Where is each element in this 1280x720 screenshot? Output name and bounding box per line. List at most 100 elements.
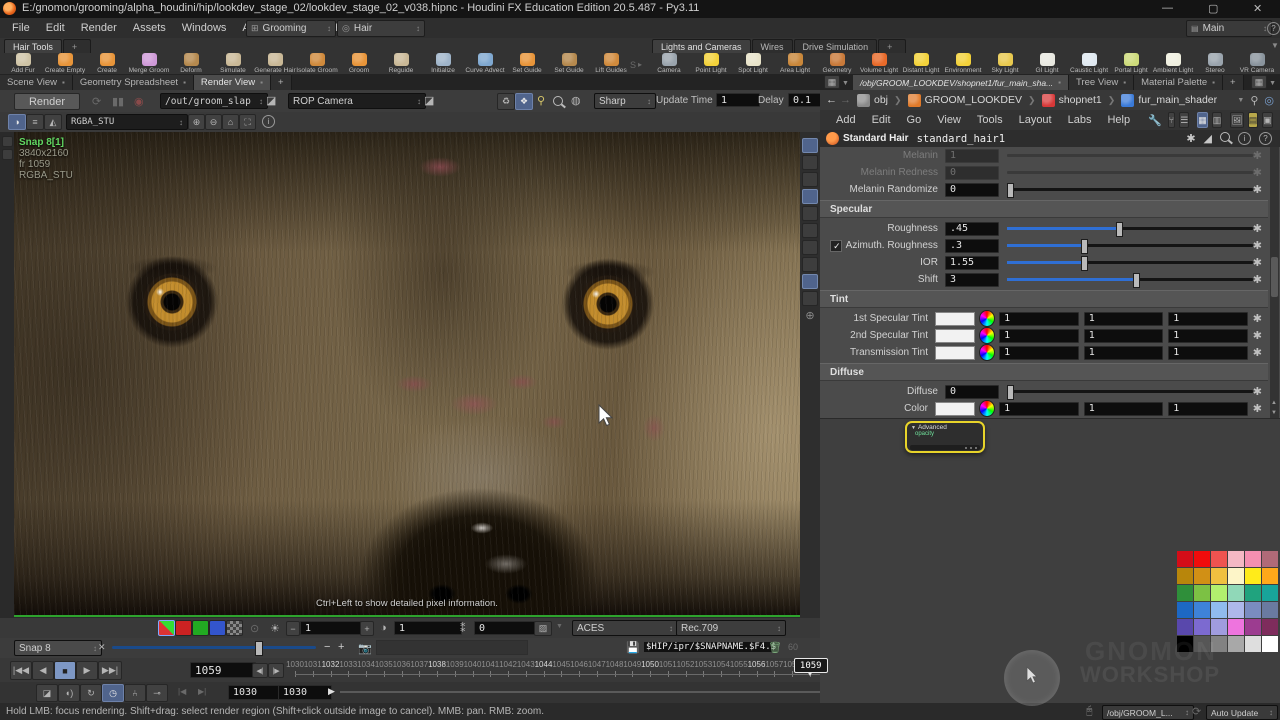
pane-tab-add[interactable]: + [1223, 75, 1244, 90]
param-menu-icon[interactable]: ✱ [1253, 387, 1262, 397]
color-component-field[interactable]: 1 [1084, 329, 1164, 343]
breadcrumb-item[interactable]: obj [874, 94, 888, 106]
palette-swatch[interactable] [1262, 602, 1278, 618]
zoom-out-icon[interactable]: ⊖ [205, 114, 222, 130]
slider-handle[interactable] [1007, 385, 1014, 400]
tab-close-icon[interactable]: ▪ [183, 78, 186, 87]
range-start-field-2[interactable]: 1030 [278, 685, 332, 700]
color-swatch[interactable] [935, 402, 975, 416]
desktop-selector[interactable]: ▤ Main↕ [1186, 20, 1272, 37]
blue-channel-icon[interactable] [209, 620, 226, 636]
snapshot-close-icon[interactable]: ✕ [98, 642, 106, 653]
menu-render[interactable]: Render [73, 22, 125, 34]
strip-icon[interactable] [2, 149, 13, 160]
pane-dropdown-icon[interactable]: ▼ [842, 80, 849, 87]
exposure-field[interactable]: 1 [300, 621, 368, 635]
shelf-overflow-arrow-icon[interactable]: ▸ [638, 60, 642, 69]
palette-swatch[interactable] [1194, 585, 1210, 601]
param-menu-icon[interactable]: ✱ [1253, 241, 1262, 251]
snapshot-blend-slider[interactable] [112, 646, 316, 649]
palette-swatch[interactable] [1228, 568, 1244, 584]
param-value-field[interactable]: 0 [945, 166, 999, 180]
param-value-field[interactable]: .45 [945, 222, 999, 236]
stop-render-icon[interactable]: ◉ [134, 95, 144, 108]
side-tool-icon[interactable] [802, 172, 818, 187]
next-frame-button[interactable]: |▶ [268, 663, 284, 678]
ocio-selector[interactable]: ACES↕ [572, 620, 678, 636]
palette-swatch[interactable] [1228, 619, 1244, 635]
trash-icon[interactable]: 🗑 [768, 641, 782, 654]
palette-swatch[interactable] [1245, 619, 1261, 635]
pause-render-icon[interactable]: ▮▮ [112, 95, 124, 108]
crop-corner-icon[interactable] [802, 240, 818, 255]
shelf-menu-arrow-icon[interactable]: ▼ [1271, 41, 1279, 50]
palette-swatch[interactable] [1177, 619, 1193, 635]
palette-swatch[interactable] [1211, 619, 1227, 635]
menu-layout[interactable]: Layout [1011, 114, 1060, 126]
color-component-field[interactable]: 1 [1084, 346, 1164, 360]
follow-playbar-icon[interactable]: ◪ [36, 684, 58, 702]
palette-swatch[interactable] [1177, 568, 1193, 584]
camera-selector[interactable]: ROP Camera↕ [288, 93, 426, 109]
zoom-in-icon[interactable]: ⊕ [188, 114, 205, 130]
shelf-tab-lights-cameras[interactable]: Lights and Cameras [652, 39, 751, 53]
wrench-icon[interactable]: 🔧 [1148, 114, 1162, 127]
maximize-button[interactable]: ▢ [1208, 2, 1218, 15]
scroll-down-icon[interactable]: ▼ [1271, 410, 1277, 416]
close-button[interactable]: ✕ [1253, 2, 1262, 15]
color-wheel-icon[interactable] [979, 327, 995, 344]
node-port-label[interactable]: opacity [907, 431, 983, 437]
context-path-selector[interactable]: /obj/GROOM_L...↕ [1102, 705, 1194, 720]
snapshot-selector[interactable]: Snap 8↕ [14, 640, 102, 656]
menu-view[interactable]: View [929, 114, 969, 126]
pane-menu-arrow-icon[interactable]: ▼ [1269, 80, 1276, 87]
param-value-field[interactable]: 3 [945, 273, 999, 287]
side-tool-icon[interactable] [802, 257, 818, 272]
param-gear-icon[interactable]: ✱ [1186, 132, 1195, 145]
ghost-name-field[interactable] [376, 640, 528, 655]
exposure-minus-button[interactable]: − [286, 621, 300, 636]
nav-back-icon[interactable]: ← [826, 94, 837, 106]
palette-swatch[interactable] [1228, 585, 1244, 601]
palette-swatch[interactable] [1262, 568, 1278, 584]
param-slider[interactable] [1007, 256, 1253, 269]
update-time-field[interactable]: 1 [716, 93, 760, 107]
color-component-field[interactable]: 1 [1084, 402, 1164, 416]
image-plane-selector[interactable]: RGBA_STU↕ [66, 114, 188, 130]
bw-point-icon[interactable]: ◭ [44, 114, 62, 130]
image-bg-icon[interactable]: 🖼 [1230, 112, 1243, 128]
shelf-tab-add[interactable]: + [878, 39, 906, 53]
auto-update-selector[interactable]: Auto Update↕ [1206, 705, 1278, 720]
grid-view-icon[interactable]: ▦ [1197, 112, 1208, 128]
param-section-specular[interactable]: Specular [820, 200, 1268, 218]
color-component-field[interactable]: 1 [999, 329, 1079, 343]
palette-swatch[interactable] [1245, 568, 1261, 584]
color-component-field[interactable]: 1 [1168, 402, 1248, 416]
scrollbar-thumb[interactable] [1271, 257, 1278, 297]
menu-windows[interactable]: Windows [174, 22, 235, 34]
visibility-eye-icon[interactable] [802, 138, 818, 153]
menu-assets[interactable]: Assets [125, 22, 174, 34]
node-name-field[interactable]: standard_hair1 [917, 133, 1006, 145]
side-tool-icon[interactable] [802, 206, 818, 221]
param-value-field[interactable]: 1 [945, 149, 999, 163]
param-menu-icon[interactable]: ✱ [1253, 314, 1262, 324]
red-channel-icon[interactable] [175, 620, 192, 636]
help-circle-icon[interactable]: ? [1267, 22, 1280, 35]
magnifier-circle-icon[interactable]: ⊕ [800, 309, 820, 322]
slider-handle[interactable] [255, 641, 263, 656]
slider-handle[interactable] [1133, 273, 1140, 288]
param-menu-icon[interactable]: ✱ [1253, 224, 1262, 234]
rgba-channels-icon[interactable] [158, 620, 175, 636]
param-slider[interactable] [1007, 222, 1253, 235]
menu-help[interactable]: Help [1099, 114, 1138, 126]
node-collapse-icon[interactable]: ▼ [911, 425, 916, 431]
palette-swatch[interactable] [1177, 602, 1193, 618]
strip-icon[interactable] [2, 136, 13, 147]
param-value-field[interactable]: 0 [945, 385, 999, 399]
pan-crosshair-icon[interactable] [802, 189, 818, 204]
param-slider[interactable] [1007, 239, 1253, 252]
breadcrumb-item[interactable]: GROOM_LOOKDEV [925, 94, 1022, 106]
menu-go[interactable]: Go [899, 114, 930, 126]
param-section-diffuse[interactable]: Diffuse [820, 363, 1268, 381]
